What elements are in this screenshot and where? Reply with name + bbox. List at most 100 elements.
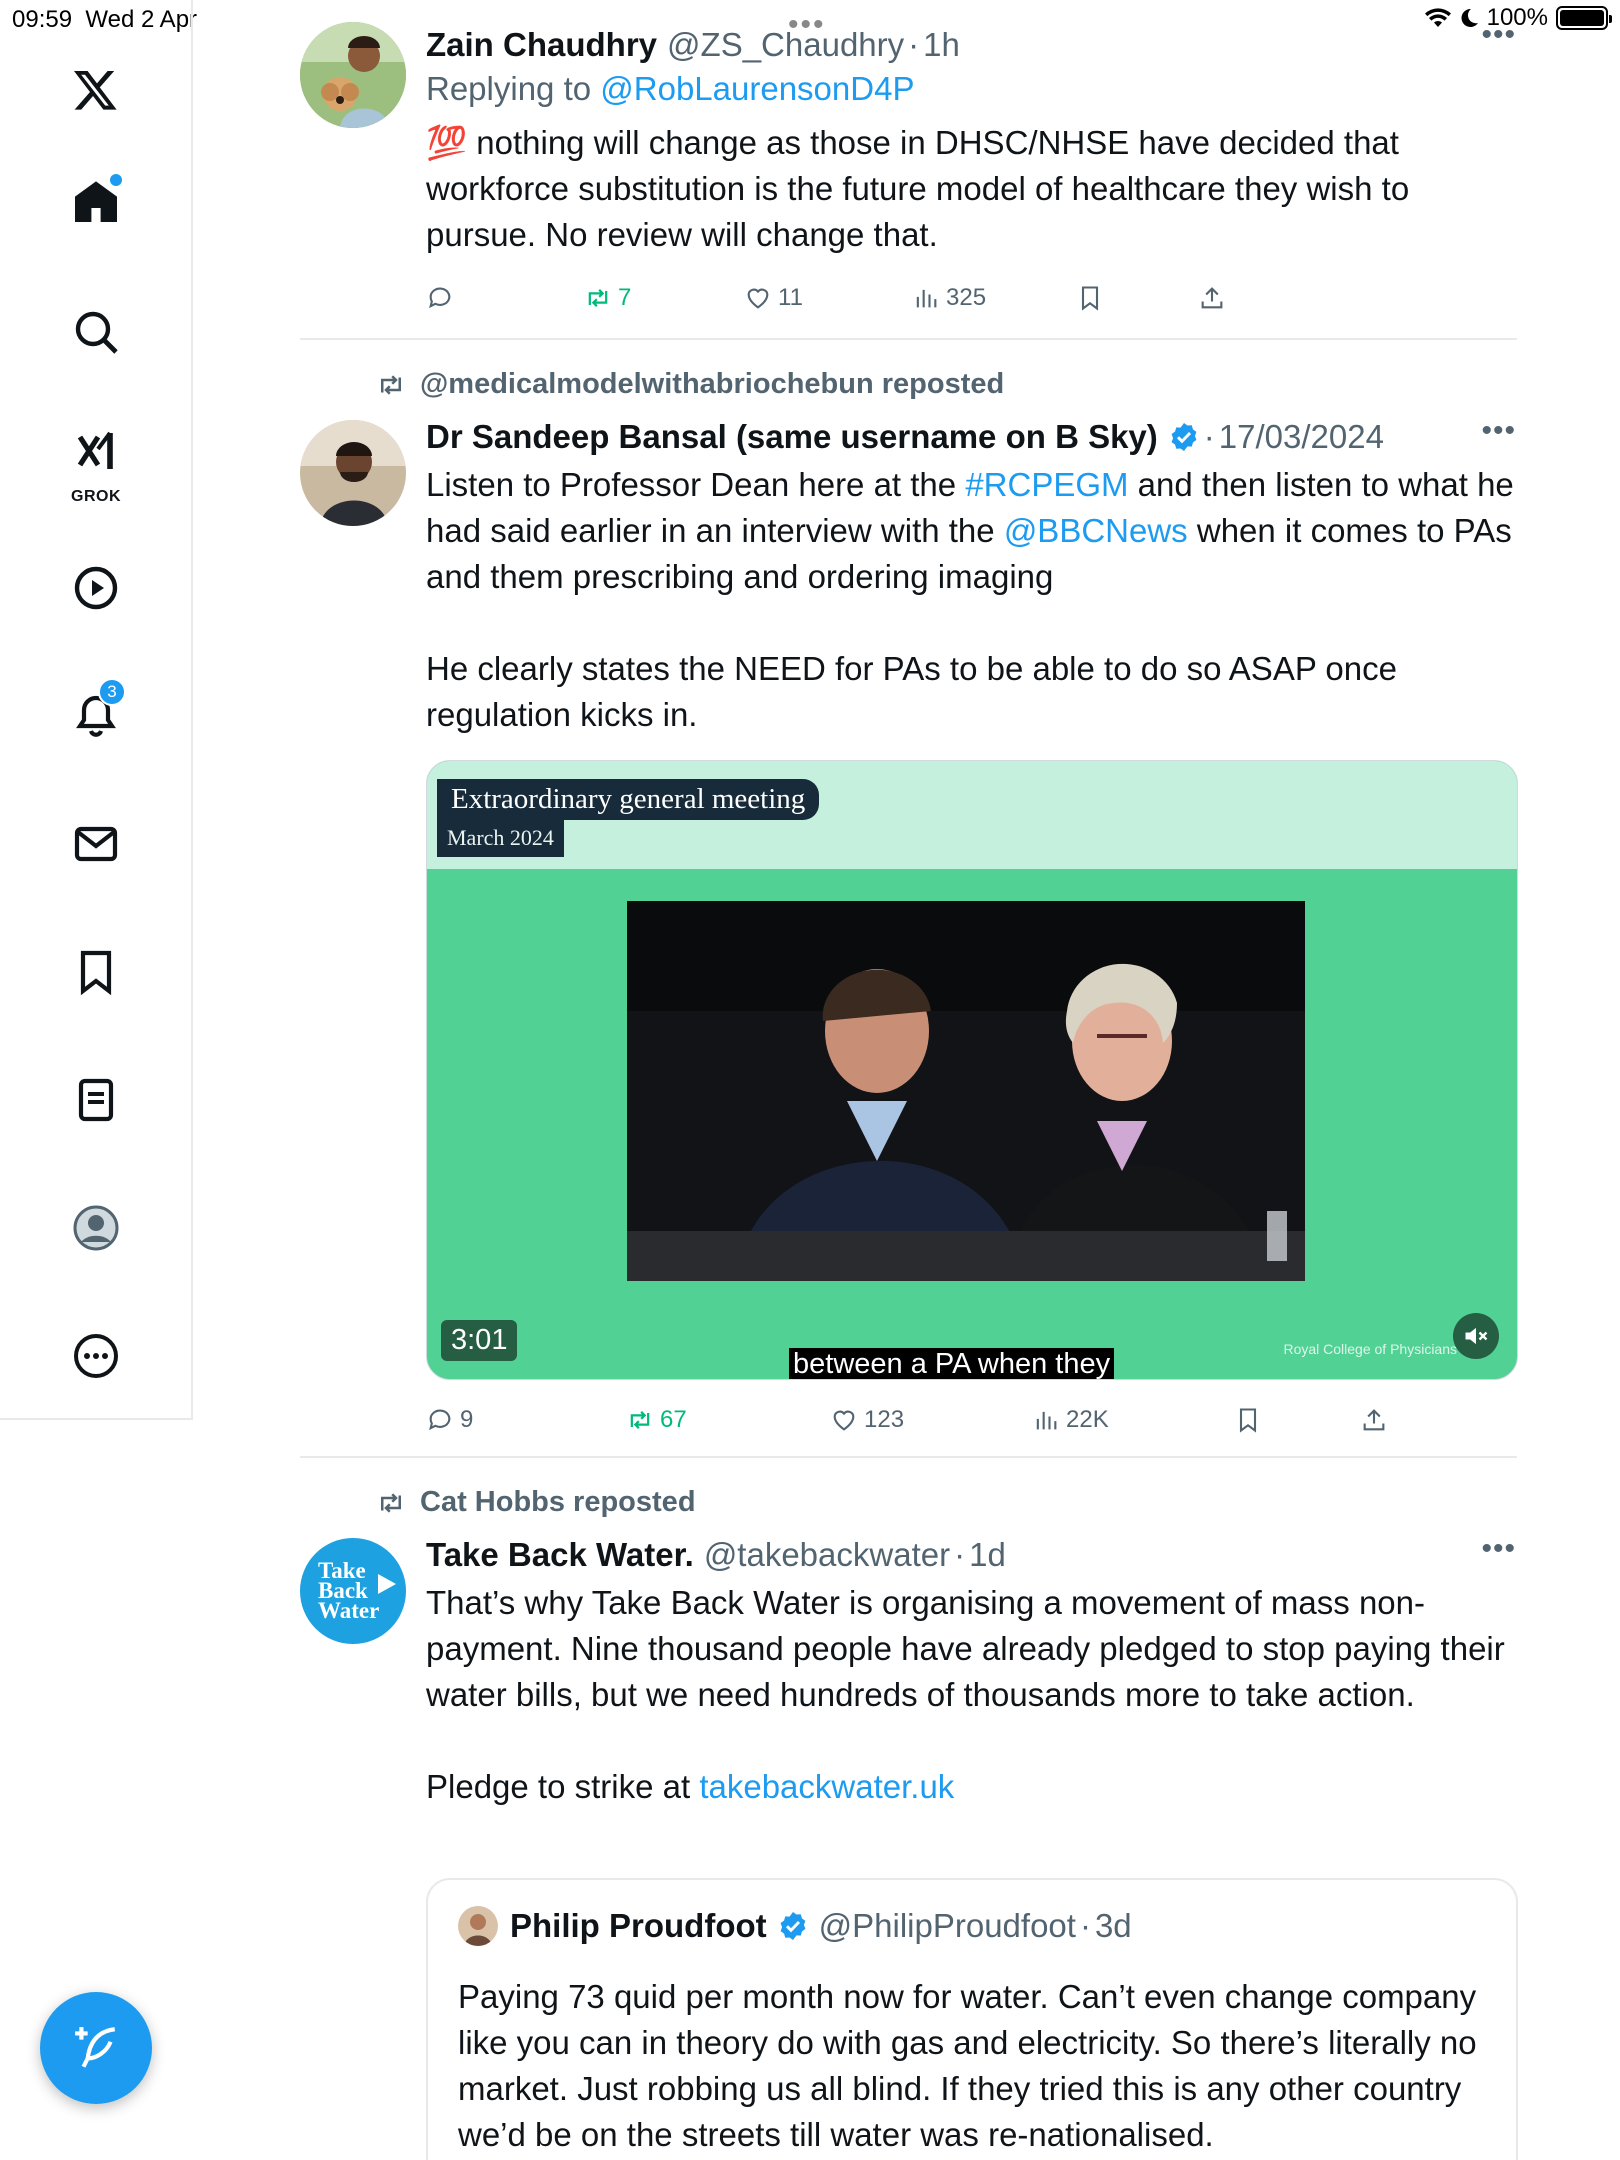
x-logo-icon[interactable]: [56, 50, 136, 130]
repost-button[interactable]: 67: [626, 1400, 687, 1440]
repost-context[interactable]: @medicalmodelwithabriochebun reposted: [376, 368, 1004, 401]
video-date-tag: March 2024: [437, 819, 564, 857]
avatar[interactable]: Take Back Water: [300, 1538, 406, 1644]
replying-to-link[interactable]: @RobLaurensonD4P: [600, 70, 914, 107]
repost-count: 67: [660, 1406, 687, 1433]
tweet-actions: 7 11 325: [426, 278, 1516, 318]
like-count: 11: [778, 284, 803, 311]
tweet-header: Zain Chaudhry @ZS_Chaudhry · 1h: [426, 22, 1516, 68]
tweet-header: Dr Sandeep Bansal (same username on B Sk…: [426, 414, 1516, 460]
tweet-time[interactable]: 1h: [923, 26, 960, 64]
tweet-actions: 9 67 123 22K: [426, 1400, 1516, 1440]
repost-icon: [588, 289, 608, 307]
share-icon: [1363, 1409, 1385, 1431]
bookmark-icon: [1081, 286, 1099, 311]
tweet-takebackwater[interactable]: Cat Hobbs reposted Take Back Water Take …: [300, 1486, 1518, 2160]
more-icon[interactable]: [56, 1316, 136, 1396]
bookmarks-icon[interactable]: [56, 932, 136, 1012]
tweet-more-icon[interactable]: •••: [1481, 18, 1516, 52]
views-count: 22K: [1066, 1406, 1109, 1433]
home-unread-dot: [110, 174, 122, 186]
avatar[interactable]: [300, 420, 406, 526]
tweet-divider: [300, 338, 1517, 340]
tweet-more-icon[interactable]: •••: [1481, 1532, 1516, 1566]
mute-button[interactable]: [1453, 1313, 1499, 1359]
author-name[interactable]: Zain Chaudhry: [426, 26, 657, 64]
tweet-time[interactable]: 1d: [969, 1536, 1006, 1574]
grok-label: GROK: [71, 488, 121, 505]
reply-icon: [429, 287, 451, 309]
repost-icon: [381, 374, 401, 395]
tweet-text-paragraph-2: Pledge to strike at takebackwater.uk: [426, 1768, 955, 1805]
like-button[interactable]: 123: [830, 1400, 904, 1440]
sidebar-nav: GROK 3: [0, 0, 193, 1420]
quote-text: Paying 73 quid per month now for water. …: [458, 1978, 1477, 2153]
share-button[interactable]: [1198, 278, 1226, 318]
like-button[interactable]: 11: [744, 278, 803, 318]
avatar[interactable]: [300, 22, 406, 128]
play-triangle-icon: [378, 1574, 396, 1594]
video-duration: 3:01: [441, 1320, 518, 1361]
compose-button[interactable]: [40, 1992, 152, 2104]
verified-badge-icon: [1171, 423, 1197, 451]
reply-button[interactable]: 9: [426, 1400, 473, 1440]
share-icon: [1201, 287, 1223, 309]
quote-header: Philip Proudfoot @PhilipProudfoot · 3d: [458, 1906, 1132, 1946]
tweet-zain[interactable]: Zain Chaudhry @ZS_Chaudhry · 1h ••• Repl…: [300, 18, 1517, 322]
quote-avatar[interactable]: [458, 1906, 498, 1946]
messages-icon[interactable]: [56, 804, 136, 884]
heart-icon: [833, 1410, 855, 1431]
tweet-time[interactable]: 17/03/2024: [1219, 418, 1384, 456]
views-icon: [1036, 1411, 1057, 1430]
repost-button[interactable]: 7: [584, 278, 631, 318]
replying-to: Replying to @RobLaurensonD4P: [426, 70, 915, 107]
verified-badge-icon: [780, 1912, 806, 1940]
video-player[interactable]: Extraordinary general meeting March 2024…: [426, 760, 1518, 1380]
bookmark-button[interactable]: [1076, 278, 1104, 318]
reply-count: 9: [460, 1406, 474, 1433]
quote-tweet[interactable]: Philip Proudfoot @PhilipProudfoot · 3d P…: [426, 1878, 1518, 2160]
repost-icon: [381, 1492, 401, 1513]
repost-context[interactable]: Cat Hobbs reposted: [376, 1486, 696, 1519]
notifications-icon[interactable]: 3: [56, 676, 136, 756]
tweet-more-icon[interactable]: •••: [1481, 414, 1516, 448]
heart-icon: [747, 288, 769, 309]
home-icon[interactable]: [56, 162, 136, 242]
video-frame[interactable]: [627, 901, 1305, 1281]
video-icon[interactable]: [56, 548, 136, 628]
author-handle[interactable]: @takebackwater: [704, 1536, 950, 1574]
tweet-content: Take Back Water. @takebackwater · 1d •••…: [426, 1532, 1516, 1810]
external-link[interactable]: takebackwater.uk: [699, 1768, 954, 1805]
compose-icon: [75, 2027, 116, 2068]
quote-time: 3d: [1094, 1907, 1132, 1944]
hashtag-link[interactable]: #RCPEGM: [965, 466, 1128, 503]
profile-icon[interactable]: [56, 1188, 136, 1268]
repost-icon: [630, 1411, 650, 1429]
repost-count: 7: [618, 284, 632, 311]
speaker-muted-icon: [1465, 1327, 1488, 1345]
lists-icon[interactable]: [56, 1060, 136, 1140]
author-name[interactable]: Dr Sandeep Bansal (same username on B Sk…: [426, 418, 1158, 456]
tweet-content: Zain Chaudhry @ZS_Chaudhry · 1h ••• Repl…: [426, 18, 1516, 258]
reply-icon: [429, 1409, 451, 1431]
views-button[interactable]: 325: [912, 278, 986, 318]
notifications-badge: 3: [98, 678, 126, 706]
avatar-text-line: Water: [318, 1598, 380, 1623]
author-name[interactable]: Take Back Water.: [426, 1536, 694, 1574]
video-caption: between a PA when they: [789, 1348, 1115, 1379]
tweet-bansal[interactable]: @medicalmodelwithabriochebun reposted Dr…: [300, 368, 1518, 1448]
tweet-content: Dr Sandeep Bansal (same username on B Sk…: [426, 414, 1516, 738]
views-button[interactable]: 22K: [1032, 1400, 1109, 1440]
video-watermark: Royal College of Physicians: [1283, 1341, 1457, 1357]
share-button[interactable]: [1360, 1400, 1388, 1440]
quote-author-name: Philip Proudfoot: [510, 1907, 767, 1944]
bookmark-button[interactable]: [1234, 1400, 1262, 1440]
author-handle[interactable]: @ZS_Chaudhry: [667, 26, 904, 64]
separator-dot: ·: [954, 1536, 966, 1573]
grok-icon[interactable]: GROK: [56, 412, 136, 512]
tweet-text: That’s why Take Back Water is organising…: [426, 1584, 1505, 1713]
mention-link[interactable]: @BBCNews: [1004, 512, 1188, 549]
search-icon[interactable]: [56, 292, 136, 372]
reply-button[interactable]: [426, 278, 460, 318]
quote-author-handle: @PhilipProudfoot: [818, 1907, 1076, 1944]
